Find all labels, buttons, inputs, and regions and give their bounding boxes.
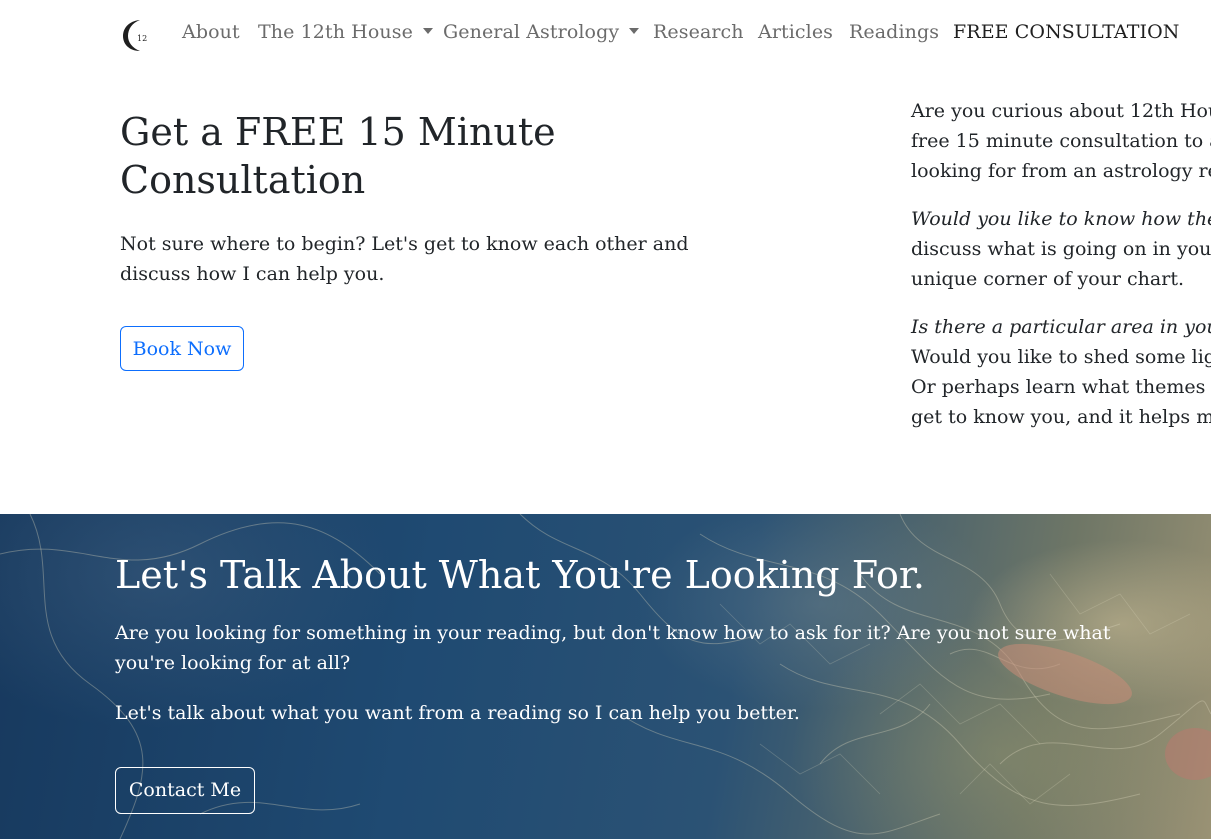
contact-me-button[interactable]: Contact Me [115, 767, 255, 814]
details-line: looking for from an astrology rea [911, 160, 1211, 182]
crescent-moon-logo-icon[interactable]: 12 [120, 16, 154, 54]
consultation-title: Get a FREE 15 Minute Consultation [120, 110, 556, 202]
details-paragraph-3: Is there a particular area in your Would… [911, 312, 1211, 432]
details-paragraph-1: Are you curious about 12th Hous free 15 … [911, 96, 1211, 186]
nav-12th-house-label: The 12th House [258, 21, 413, 43]
contact-hero-section: Let's Talk About What You're Looking For… [0, 514, 1211, 839]
nav-free-consultation[interactable]: FREE CONSULTATION [953, 21, 1180, 43]
nav-readings[interactable]: Readings [849, 21, 939, 43]
details-paragraph-2: Would you like to know how the t discuss… [911, 204, 1211, 294]
book-now-button[interactable]: Book Now [120, 326, 244, 371]
details-line: get to know you, and it helps me [911, 406, 1211, 428]
details-line: unique corner of your chart. [911, 268, 1185, 290]
details-line: discuss what is going on in your [911, 238, 1211, 260]
caret-down-icon [629, 28, 640, 34]
details-line: free 15 minute consultation to an [911, 130, 1211, 152]
nav-research[interactable]: Research [653, 21, 744, 43]
consultation-details: Are you curious about 12th Hous free 15 … [911, 96, 1211, 450]
details-line-italic: Is there a particular area in your [911, 316, 1211, 338]
consultation-subtitle: Not sure where to begin? Let's get to kn… [120, 233, 689, 285]
navbar: 12 About The 12th House General Astrolog… [0, 0, 1211, 70]
hero-title: Let's Talk About What You're Looking For… [115, 553, 925, 597]
hero-paragraph-1: Are you looking for something in your re… [115, 622, 1111, 674]
svg-text:12: 12 [137, 34, 147, 43]
nav-articles[interactable]: Articles [758, 21, 833, 43]
nav-general-astrology-dropdown[interactable]: General Astrology [443, 21, 640, 43]
details-line-italic: Would you like to know how the t [911, 208, 1211, 230]
details-line: Are you curious about 12th Hous [911, 100, 1211, 122]
details-line: Or perhaps learn what themes m [911, 376, 1211, 398]
nav-12th-house-dropdown[interactable]: The 12th House [258, 21, 433, 43]
nav-about[interactable]: About [182, 21, 240, 43]
caret-down-icon [422, 28, 433, 34]
hero-paragraph-2: Let's talk about what you want from a re… [115, 702, 800, 724]
details-line: Would you like to shed some ligh [911, 346, 1211, 368]
nav-general-astrology-label: General Astrology [443, 21, 620, 43]
